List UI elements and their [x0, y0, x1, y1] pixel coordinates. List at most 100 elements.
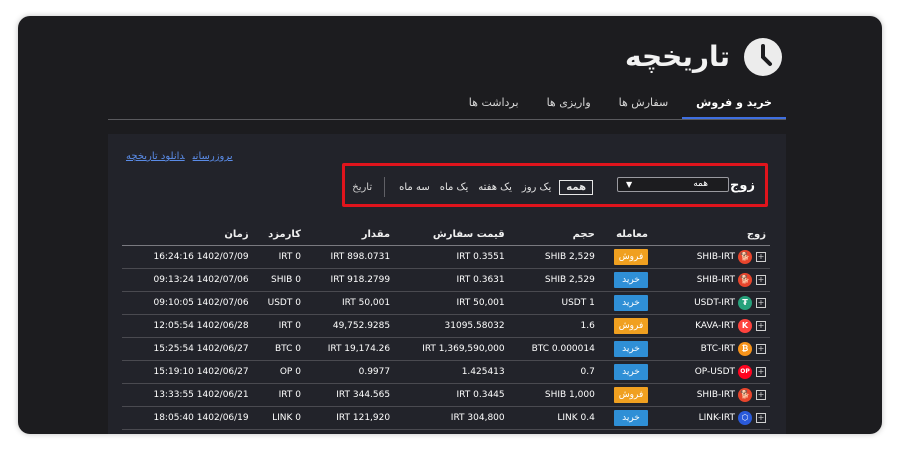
cell-pair: + KKAVA-IRT: [652, 314, 770, 338]
link-icon: ⬡: [738, 411, 752, 425]
trade-type-badge: خرید: [614, 364, 648, 380]
tab-orders[interactable]: سفارش ها: [605, 94, 683, 120]
expand-icon[interactable]: +: [756, 252, 766, 262]
period-one-month[interactable]: یک ماه: [440, 182, 469, 193]
fee-value: BTC 0: [274, 344, 301, 354]
period-three-months[interactable]: سه ماه: [399, 182, 430, 193]
table-row: + 🐕SHIB-IRT خرید SHIB 2,529 IRT 0.3631 IRT 91…: [122, 268, 770, 292]
cell-amount: IRT 918.2799: [304, 268, 395, 292]
table-row: + ₮USDT-IRT خرید USDT 1 IRT 50,001 IRT 50,001…: [122, 291, 770, 315]
volume-value: SHIB 2,529: [544, 275, 595, 285]
btc-icon: ₿: [738, 342, 752, 356]
amount-value: 0.9977: [358, 367, 391, 377]
amount-value: IRT 918.2799: [330, 275, 391, 285]
period-one-day[interactable]: یک روز: [522, 182, 551, 193]
time-value: 15:25:54 1402/06/27: [153, 344, 249, 354]
clock-icon: [744, 38, 782, 76]
cell-fee: USDT 0: [252, 291, 305, 315]
cell-order-price: IRT 304,800: [394, 406, 509, 430]
table-row: + OPOP-USDT خرید 0.7 1.425413 0.9977 OP 0 15:19…: [122, 360, 770, 384]
cell-amount: IRT 50,001: [304, 291, 395, 315]
cell-fee: IRT 0: [252, 383, 305, 407]
trade-type-badge: خرید: [614, 295, 648, 311]
cell-trade: فروش: [598, 314, 652, 338]
tabs-divider: [108, 119, 786, 120]
period-one-week[interactable]: یک هفته: [478, 182, 512, 193]
update-link[interactable]: بروزرسانی: [193, 151, 233, 162]
shib-icon: 🐕: [738, 273, 752, 287]
price-value: IRT 50,001: [456, 298, 505, 308]
cell-pair: + ₿BTC-IRT: [652, 337, 770, 361]
cell-order-price: IRT 0.3551: [394, 245, 509, 269]
cell-trade: خرید: [598, 337, 652, 361]
header-order-price: قیمت سفارش: [394, 223, 509, 246]
volume-value: BTC 0.000014: [531, 344, 595, 354]
cell-trade: فروش: [598, 383, 652, 407]
trade-type-badge: خرید: [614, 410, 648, 426]
table-row: + KKAVA-IRT فروش 1.6 31095.58032 49,752.9285 I…: [122, 314, 770, 338]
cell-order-price: 1.425413: [394, 360, 509, 384]
header-fee: کارمزد: [252, 223, 305, 246]
time-value: 16:24:16 1402/07/09: [153, 252, 249, 262]
expand-icon[interactable]: +: [756, 344, 766, 354]
history-panel: بروزرسانی دانلود تاریخچه زوج : همه ▼ همه …: [108, 134, 786, 434]
tab-deposits[interactable]: واریزی ها: [533, 94, 605, 120]
expand-icon[interactable]: +: [756, 390, 766, 400]
header-trade: معامله: [598, 223, 652, 246]
pair-name: BTC-IRT: [700, 344, 735, 354]
price-value: IRT 0.3445: [456, 390, 505, 400]
amount-value: IRT 344.565: [336, 390, 391, 400]
fee-value: IRT 0: [278, 321, 301, 331]
price-value: IRT 0.3631: [456, 275, 505, 285]
price-value: 1.425413: [461, 367, 505, 377]
cell-pair: + ₮USDT-IRT: [652, 291, 770, 315]
trade-history-table: زوج معامله حجم قیمت سفارش مقدار کارمزد ز…: [122, 223, 770, 430]
trade-type-badge: فروش: [614, 249, 648, 265]
tab-withdrawals[interactable]: برداشت ها: [455, 94, 533, 120]
cell-pair: + OPOP-USDT: [652, 360, 770, 384]
filter-bar: زوج : همه ▼ همه یک روز یک هفته یک ماه سه…: [342, 163, 768, 207]
header-pair: زوج: [652, 223, 770, 246]
pair-name: USDT-IRT: [694, 298, 735, 308]
cell-trade: خرید: [598, 268, 652, 292]
header-time: زمان: [122, 223, 253, 246]
time-value: 13:33:55 1402/06/21: [153, 390, 249, 400]
amount-value: IRT 19,174.26: [327, 344, 391, 354]
table-header-row: زوج معامله حجم قیمت سفارش مقدار کارمزد ز…: [122, 223, 770, 246]
expand-icon[interactable]: +: [756, 321, 766, 331]
cell-trade: خرید: [598, 406, 652, 430]
fee-value: IRT 0: [278, 390, 301, 400]
cell-fee: BTC 0: [252, 337, 305, 361]
price-value: IRT 1,369,590,000: [422, 344, 505, 354]
period-all[interactable]: همه: [559, 179, 593, 195]
pair-name: SHIB-IRT: [696, 390, 735, 400]
cell-volume: USDT 1: [508, 291, 599, 315]
trade-type-badge: خرید: [614, 341, 648, 357]
cell-time: 15:19:10 1402/06/27: [122, 360, 253, 384]
price-value: IRT 0.3551: [456, 252, 505, 262]
date-filter[interactable]: تاریخ: [352, 182, 372, 193]
pair-name: SHIB-IRT: [696, 275, 735, 285]
table-row: + ₿BTC-IRT خرید BTC 0.000014 IRT 1,369,590,0…: [122, 337, 770, 361]
cell-volume: LINK 0.4: [508, 406, 599, 430]
fee-value: OP 0: [279, 367, 301, 377]
cell-order-price: IRT 1,369,590,000: [394, 337, 509, 361]
pair-select[interactable]: همه ▼: [617, 177, 729, 192]
cell-time: 16:24:16 1402/07/09: [122, 245, 253, 269]
pair-name: KAVA-IRT: [695, 321, 735, 331]
table-row: + ⬡LINK-IRT خرید LINK 0.4 IRT 304,800 IRT 121…: [122, 406, 770, 430]
cell-volume: SHIB 2,529: [508, 268, 599, 292]
fee-value: IRT 0: [278, 252, 301, 262]
time-value: 09:10:05 1402/07/06: [153, 298, 249, 308]
expand-icon[interactable]: +: [756, 275, 766, 285]
time-value: 15:19:10 1402/06/27: [153, 367, 249, 377]
expand-icon[interactable]: +: [756, 413, 766, 423]
app-frame: تاریخچه خرید و فروش سفارش ها واریزی ها ب…: [18, 16, 882, 434]
tab-trades[interactable]: خرید و فروش: [682, 94, 786, 120]
fee-value: LINK 0: [272, 413, 301, 423]
trade-type-badge: خرید: [614, 272, 648, 288]
expand-icon[interactable]: +: [756, 367, 766, 377]
download-history-link[interactable]: دانلود تاریخچه: [126, 151, 185, 162]
expand-icon[interactable]: +: [756, 298, 766, 308]
cell-volume: 1.6: [508, 314, 599, 338]
